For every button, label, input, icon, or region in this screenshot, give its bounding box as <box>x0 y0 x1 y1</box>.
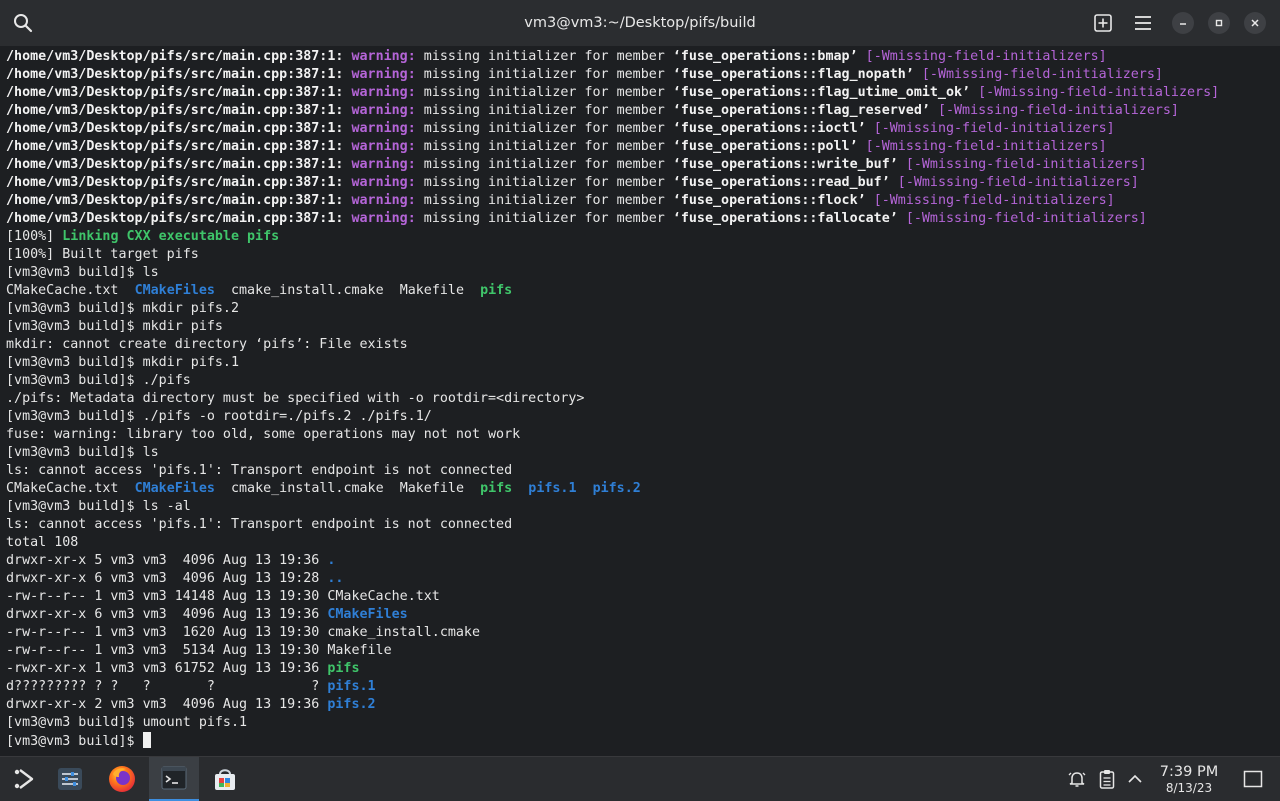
close-icon[interactable] <box>1244 12 1266 34</box>
command-line: [vm3@vm3 build]$ ls <box>6 445 159 460</box>
new-tab-icon[interactable] <box>1091 11 1115 35</box>
clock-date: 8/13/23 <box>1165 781 1213 795</box>
menu-icon[interactable] <box>1131 11 1155 35</box>
warning-line: /home/vm3/Desktop/pifs/src/main.cpp:387:… <box>6 121 1115 136</box>
output-line: fuse: warning: library too old, some ope… <box>6 427 521 442</box>
warning-line: /home/vm3/Desktop/pifs/src/main.cpp:387:… <box>6 85 1220 100</box>
command-line: [vm3@vm3 build]$ ls <box>6 265 159 280</box>
notifications-icon[interactable] <box>1067 769 1087 789</box>
command-line: [vm3@vm3 build]$ ./pifs -o rootdir=./pif… <box>6 409 432 424</box>
chevron-up-icon[interactable] <box>1125 769 1145 789</box>
error-line: mkdir: cannot create directory ‘pifs’: F… <box>6 337 408 352</box>
command-line: [vm3@vm3 build]$ umount pifs.1 <box>6 715 248 730</box>
minimize-icon[interactable] <box>1172 12 1194 34</box>
build-done-line: [100%] Built target pifs <box>6 247 199 262</box>
build-link-line: [100%] Linking CXX executable pifs <box>6 229 280 244</box>
clipboard-icon[interactable] <box>1097 769 1117 789</box>
error-line: ls: cannot access 'pifs.1': Transport en… <box>6 463 513 478</box>
warning-line: /home/vm3/Desktop/pifs/src/main.cpp:387:… <box>6 193 1115 208</box>
output-line: total 108 <box>6 535 79 550</box>
listing-row: drwxr-xr-x 5 vm3 vm3 4096 Aug 13 19:36 . <box>6 553 336 568</box>
terminal-output[interactable]: /home/vm3/Desktop/pifs/src/main.cpp:387:… <box>0 46 1280 756</box>
firefox-icon[interactable] <box>98 757 146 801</box>
warning-line: /home/vm3/Desktop/pifs/src/main.cpp:387:… <box>6 211 1147 226</box>
listing-row: -rwxr-xr-x 1 vm3 vm3 61752 Aug 13 19:36 … <box>6 661 360 676</box>
active-prompt-line[interactable]: [vm3@vm3 build]$ <box>6 732 1219 750</box>
command-line: [vm3@vm3 build]$ mkdir pifs <box>6 319 223 334</box>
warning-line: /home/vm3/Desktop/pifs/src/main.cpp:387:… <box>6 175 1139 190</box>
maximize-icon[interactable] <box>1208 12 1230 34</box>
command-line: [vm3@vm3 build]$ mkdir pifs.2 <box>6 301 239 316</box>
text-cursor <box>142 732 151 748</box>
warning-line: /home/vm3/Desktop/pifs/src/main.cpp:387:… <box>6 103 1179 118</box>
window-titlebar: vm3@vm3:~/Desktop/pifs/build <box>0 0 1280 46</box>
ls-output-line: CMakeCache.txt CMakeFiles cmake_install.… <box>6 481 641 496</box>
warning-line: /home/vm3/Desktop/pifs/src/main.cpp:387:… <box>6 67 1163 82</box>
error-line: ls: cannot access 'pifs.1': Transport en… <box>6 517 513 532</box>
listing-row: drwxr-xr-x 6 vm3 vm3 4096 Aug 13 19:28 .… <box>6 571 344 586</box>
listing-row: -rw-r--r-- 1 vm3 vm3 5134 Aug 13 19:30 M… <box>6 643 392 658</box>
output-line: ./pifs: Metadata directory must be speci… <box>6 391 585 406</box>
warning-line: /home/vm3/Desktop/pifs/src/main.cpp:387:… <box>6 49 1107 64</box>
listing-row: drwxr-xr-x 6 vm3 vm3 4096 Aug 13 19:36 C… <box>6 607 408 622</box>
taskbar: 7:39 PM 8/13/23 <box>0 756 1280 801</box>
listing-row: -rw-r--r-- 1 vm3 vm3 14148 Aug 13 19:30 … <box>6 589 440 604</box>
clock[interactable]: 7:39 PM 8/13/23 <box>1150 763 1228 796</box>
system-settings-icon[interactable] <box>46 757 94 801</box>
listing-row: d????????? ? ? ? ? ? pifs.1 <box>6 679 376 694</box>
command-line: [vm3@vm3 build]$ ./pifs <box>6 373 191 388</box>
window-title: vm3@vm3:~/Desktop/pifs/build <box>524 15 756 31</box>
clock-time: 7:39 PM <box>1159 764 1219 780</box>
konsole-task-icon[interactable] <box>149 757 199 801</box>
warning-line: /home/vm3/Desktop/pifs/src/main.cpp:387:… <box>6 157 1147 172</box>
listing-row: -rw-r--r-- 1 vm3 vm3 1620 Aug 13 19:30 c… <box>6 625 480 640</box>
command-line: [vm3@vm3 build]$ mkdir pifs.1 <box>6 355 239 370</box>
command-line: [vm3@vm3 build]$ ls -al <box>6 499 191 514</box>
listing-row: drwxr-xr-x 2 vm3 vm3 4096 Aug 13 19:36 p… <box>6 697 376 712</box>
app-launcher-icon[interactable] <box>0 757 48 801</box>
ls-output-line: CMakeCache.txt CMakeFiles cmake_install.… <box>6 283 513 298</box>
discover-store-icon[interactable] <box>201 757 249 801</box>
warning-line: /home/vm3/Desktop/pifs/src/main.cpp:387:… <box>6 139 1107 154</box>
show-desktop-icon[interactable] <box>1243 769 1263 789</box>
